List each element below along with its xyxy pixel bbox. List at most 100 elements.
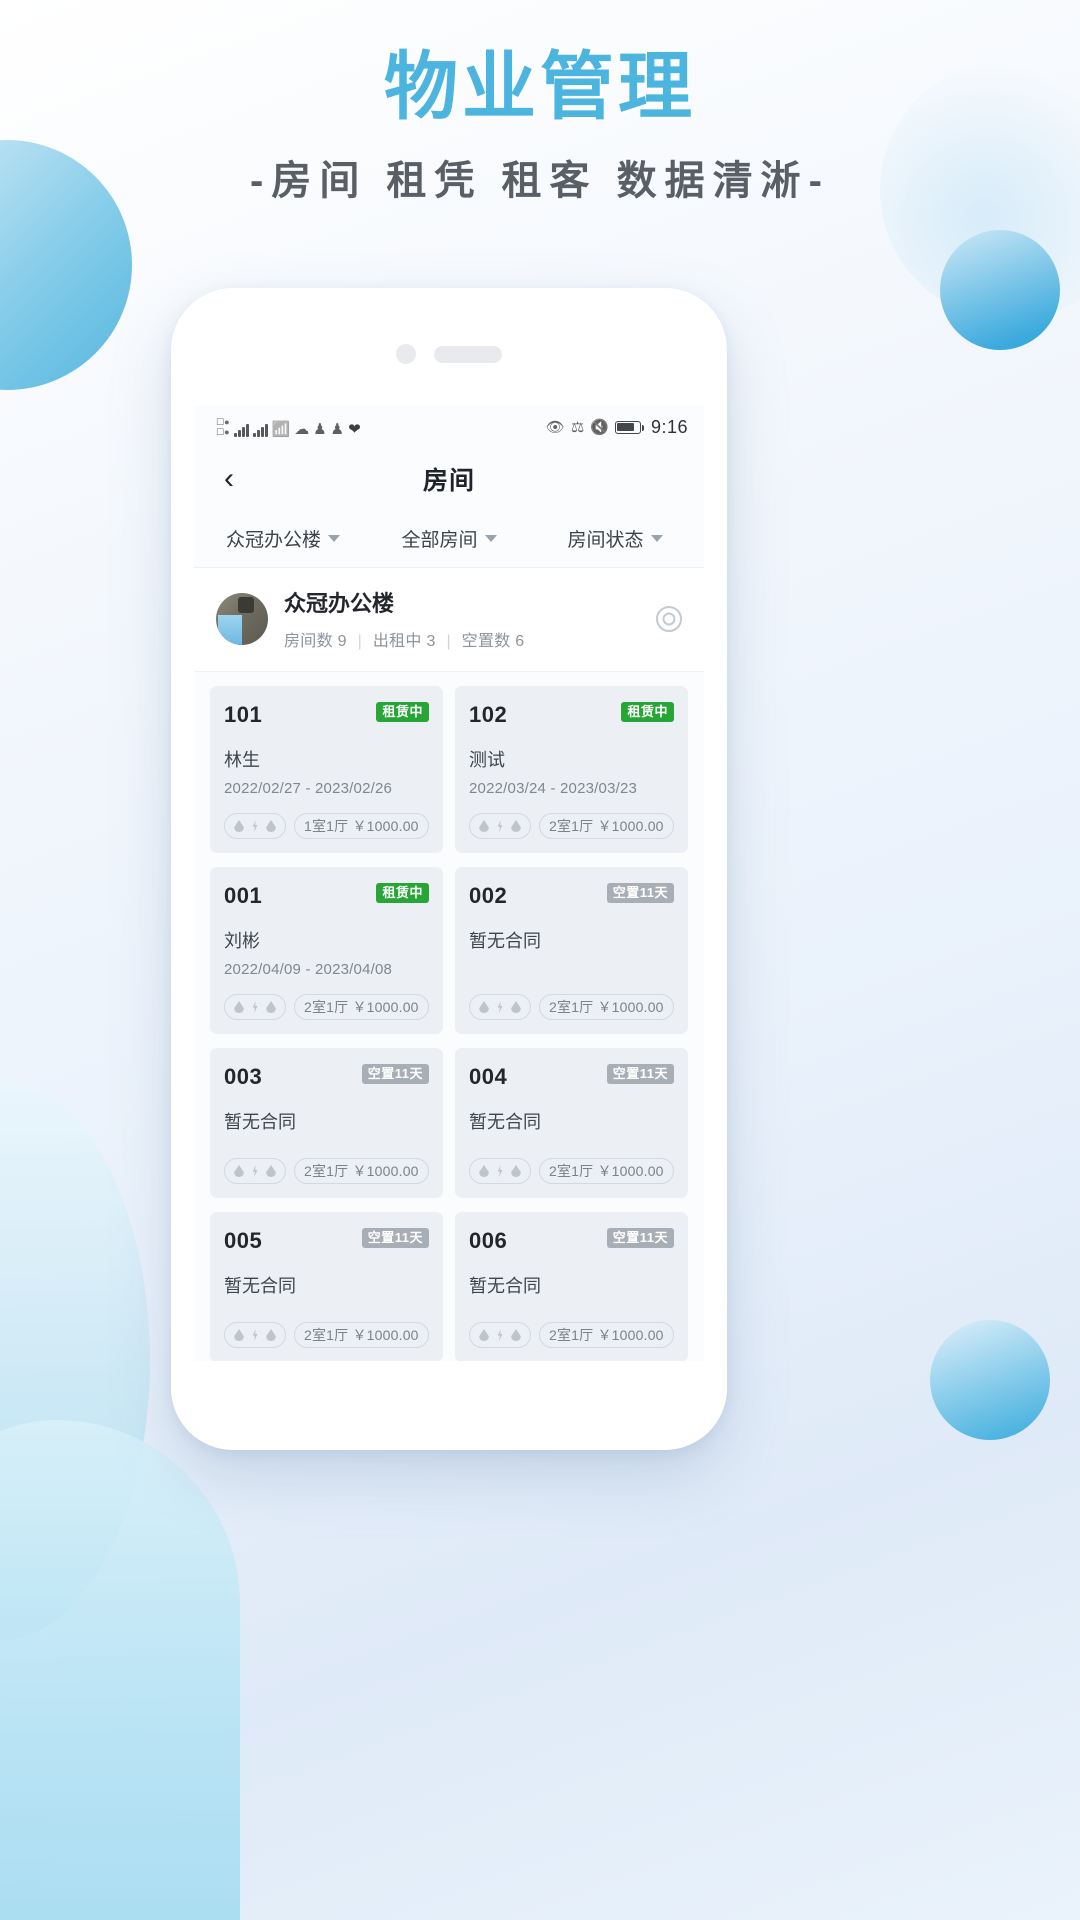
filter-building-label: 众冠办公楼 <box>225 530 321 551</box>
room-spec-price-pill: 2室1厅 ￥1000.00 <box>294 994 429 1020</box>
room-number: 004 <box>469 1064 508 1089</box>
battery-icon <box>614 420 644 434</box>
gas-meter-icon <box>511 820 521 832</box>
room-tenant: 暂无合同 <box>469 1276 541 1296</box>
signal-bars-icon-1 <box>233 423 249 437</box>
utility-meters-pill[interactable] <box>224 994 286 1020</box>
water-meter-icon <box>479 820 489 832</box>
building-stats: 房间数 9 | 出租中 3 | 空置数 6 <box>284 627 525 651</box>
phone-mockup: ☐● ☐● 📶 ☁ ♟ ♟ ❤ 👁 ⚖ 🔇 9:16 ‹ 房间 众冠办公楼 全部… <box>171 288 727 1450</box>
water-meter-icon <box>234 1329 244 1341</box>
room-tenant: 暂无合同 <box>224 1112 296 1132</box>
phone-notch <box>171 344 727 364</box>
room-card-footer: 2室1厅 ￥1000.00 <box>469 978 674 1020</box>
utility-meters-pill[interactable] <box>469 994 531 1020</box>
utility-meters-pill[interactable] <box>224 1158 286 1184</box>
utility-meters-pill[interactable] <box>224 813 286 839</box>
cloud-icon: ☁ <box>294 420 310 438</box>
room-card-footer: 2室1厅 ￥1000.00 <box>469 1306 674 1348</box>
gas-meter-icon <box>511 1329 521 1341</box>
status-badge: 租赁中 <box>376 883 429 903</box>
stat-vacant-rooms: 空置数 6 <box>461 633 525 650</box>
electric-meter-icon <box>252 1165 258 1177</box>
signal-bars-icon-2 <box>252 423 268 437</box>
room-tenant: 暂无合同 <box>224 1276 296 1296</box>
room-card-header: 006 空置11天 <box>469 1228 674 1254</box>
room-card[interactable]: 006 空置11天暂无合同 2室1厅 ￥1000.00 <box>455 1212 688 1361</box>
room-number: 006 <box>469 1228 508 1253</box>
room-card[interactable]: 003 空置11天暂无合同 2室1厅 ￥1000.00 <box>210 1048 443 1198</box>
status-badge: 空置11天 <box>606 1064 674 1084</box>
room-card-footer: 2室1厅 ￥1000.00 <box>224 1306 429 1348</box>
eye-icon: 👁 <box>545 418 565 436</box>
room-spec-price-pill: 2室1厅 ￥1000.00 <box>539 813 674 839</box>
room-card[interactable]: 002 空置11天 暂无合同 2室1厅 ￥1000.00 <box>455 867 688 1034</box>
building-summary-card[interactable]: 众冠办公楼 房间数 9 | 出租中 3 | 空置数 6 <box>194 568 704 672</box>
filter-room-type-label: 全部房间 <box>401 530 478 551</box>
room-card[interactable]: 001 租赁中 刘彬 2022/04/09 - 2023/04/08 2室1厅 ￥100… <box>210 867 443 1034</box>
utility-meters-pill[interactable] <box>224 1322 286 1348</box>
room-card[interactable]: 004 空置11天 暂无合同 2室1厅 ￥1000.00 <box>455 1048 688 1198</box>
status-bar: ☐● ☐● 📶 ☁ ♟ ♟ ❤ 👁 ⚖ 🔇 9:16 <box>194 406 704 448</box>
gas-meter-icon <box>511 1001 521 1013</box>
electric-meter-icon <box>497 1329 503 1341</box>
sim-card-icon: ☐● ☐● <box>216 416 230 437</box>
room-spec-price-pill: 2室1厅 ￥1000.00 <box>539 994 674 1020</box>
room-card[interactable]: 005 空置11天 暂无合同 2室1厅 ￥1000.00 <box>210 1212 443 1361</box>
utility-meters-pill[interactable] <box>469 1158 531 1184</box>
electric-meter-icon <box>252 1001 258 1013</box>
heart-icon: ❤ <box>348 420 361 438</box>
status-bar-clock: 9:16 <box>650 416 688 437</box>
room-spec-price-pill: 2室1厅 ￥1000.00 <box>294 1322 429 1348</box>
filter-room-type[interactable]: 全部房间 <box>366 525 532 552</box>
gas-meter-icon <box>266 1001 276 1013</box>
gas-meter-icon <box>266 820 276 832</box>
filter-building[interactable]: 众冠办公楼 <box>200 525 366 552</box>
status-badge: 空置11天 <box>606 1228 674 1248</box>
room-number: 101 <box>224 702 263 727</box>
water-meter-icon <box>479 1165 489 1177</box>
electric-meter-icon <box>497 1165 503 1177</box>
electric-meter-icon <box>497 1001 503 1013</box>
room-number: 003 <box>224 1064 263 1089</box>
status-bar-right-icons: 👁 ⚖ 🔇 9:16 <box>546 417 688 438</box>
filter-bar: 众冠办公楼 全部房间 房间状态 <box>194 510 704 568</box>
filter-room-status[interactable]: 房间状态 <box>532 525 698 552</box>
room-grid: 101 租赁中 林生 2022/02/27 - 2023/02/26 1室1厅 ￥100… <box>194 672 704 1361</box>
gas-meter-icon <box>511 1165 521 1177</box>
room-lease-dates: 2022/02/27 - 2023/02/26 <box>224 780 393 797</box>
chevron-down-icon <box>650 535 663 542</box>
room-spec-price-pill: 1室1厅 ￥1000.00 <box>294 813 429 839</box>
promo-subtitle: -房间 租凭 租客 数据清淅- <box>250 158 830 203</box>
water-meter-icon <box>234 820 244 832</box>
room-number: 002 <box>469 883 508 908</box>
status-badge: 租赁中 <box>621 702 674 722</box>
room-lease-dates: 2022/03/24 - 2023/03/23 <box>469 780 638 797</box>
room-card[interactable]: 101 租赁中 林生 2022/02/27 - 2023/02/26 1室1厅 ￥100… <box>210 686 443 853</box>
decor-circle-bottomright <box>930 1320 1050 1440</box>
status-badge: 租赁中 <box>376 702 429 722</box>
room-tenant: 测试 <box>469 750 505 770</box>
utility-meters-pill[interactable] <box>469 813 531 839</box>
gear-icon[interactable] <box>656 605 682 632</box>
status-bar-left-icons: ☐● ☐● 📶 ☁ ♟ ♟ ❤ <box>216 416 361 438</box>
chevron-down-icon <box>328 535 340 542</box>
water-meter-icon <box>479 1329 489 1341</box>
app-icon-1: ♟ <box>313 420 327 438</box>
building-name: 众冠办公楼 <box>284 591 395 616</box>
stat-total-rooms: 房间数 9 <box>284 633 347 650</box>
back-chevron-icon[interactable]: ‹ <box>212 462 246 496</box>
app-icon-2: ♟ <box>330 420 345 438</box>
mute-icon: 🔇 <box>590 418 609 436</box>
room-card[interactable]: 102 租赁中 测试 2022/03/24 - 2023/03/23 2室1厅 ￥100… <box>455 686 688 853</box>
building-info: 众冠办公楼 房间数 9 | 出租中 3 | 空置数 6 <box>284 586 525 651</box>
gas-meter-icon <box>266 1329 276 1341</box>
decor-blob-bottom-left <box>0 1420 240 1920</box>
room-card-header: 003 空置11天 <box>224 1064 429 1090</box>
room-spec-price-pill: 2室1厅 ￥1000.00 <box>294 1158 429 1184</box>
water-meter-icon <box>479 1001 489 1013</box>
utility-meters-pill[interactable] <box>469 1322 531 1348</box>
room-card-footer: 2室1厅 ￥1000.00 <box>469 797 674 839</box>
status-badge: 空置11天 <box>361 1064 429 1084</box>
room-card-footer: 1室1厅 ￥1000.00 <box>224 797 429 839</box>
